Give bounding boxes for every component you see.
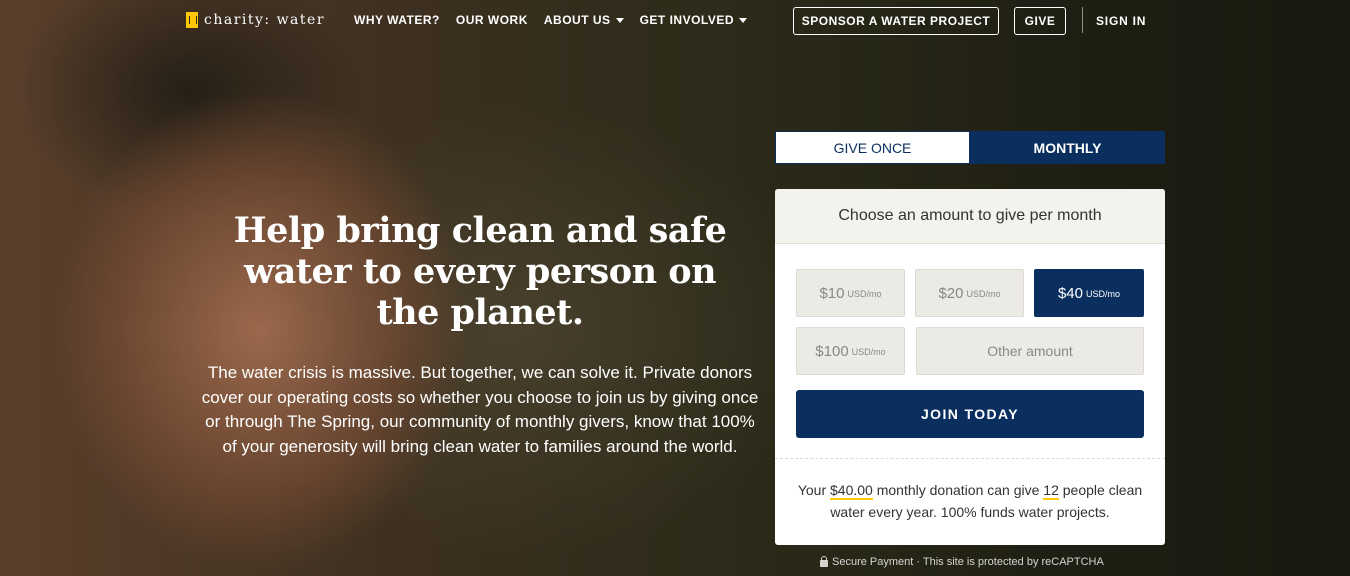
sign-in-link[interactable]: SIGN IN — [1096, 14, 1146, 28]
jerry-can-icon — [186, 12, 198, 28]
give-button[interactable]: GIVE — [1014, 7, 1066, 35]
card-divider — [775, 458, 1165, 459]
top-navigation: charity: water WHY WATER? OUR WORK ABOUT… — [0, 0, 1350, 42]
nav-why-water[interactable]: WHY WATER? — [354, 13, 440, 27]
tab-give-once[interactable]: GIVE ONCE — [775, 131, 970, 164]
donation-card-title: Choose an amount to give per month — [775, 189, 1165, 244]
nav-get-involved[interactable]: GET INVOLVED — [639, 13, 748, 27]
impact-middle: monthly donation can give — [872, 482, 1044, 498]
nav-about-us[interactable]: ABOUT US — [544, 13, 624, 27]
amount-unit: USD/mo — [966, 289, 1001, 299]
nav-label: ABOUT US — [543, 13, 611, 27]
impact-statement: Your $40.00 monthly donation can give 12… — [795, 479, 1145, 523]
amount-unit: USD/mo — [1086, 289, 1121, 299]
amount-value: $40 — [1057, 284, 1083, 302]
amount-unit: USD/mo — [851, 347, 886, 357]
caret-down-icon — [739, 17, 748, 23]
sponsor-project-button[interactable]: SPONSOR A WATER PROJECT — [793, 7, 999, 35]
donation-frequency-tabs: GIVE ONCE MONTHLY — [775, 131, 1165, 164]
tab-monthly[interactable]: MONTHLY — [970, 131, 1165, 164]
nav-label: WHY WATER? — [354, 13, 440, 27]
secure-payment-text: Secure Payment · This site is protected … — [832, 556, 1104, 568]
nav-our-work[interactable]: OUR WORK — [456, 13, 528, 27]
lock-icon — [820, 555, 828, 567]
other-amount-input[interactable]: Other amount — [916, 327, 1144, 375]
nav-label: OUR WORK — [455, 13, 528, 27]
join-today-button[interactable]: JOIN TODAY — [796, 390, 1144, 438]
caret-down-icon — [615, 17, 624, 23]
impact-amount: $40.00 — [830, 482, 873, 500]
nav-divider — [1082, 7, 1083, 33]
amount-option-40-selected[interactable]: $40 USD/mo — [1034, 269, 1144, 317]
impact-prefix: Your — [797, 482, 831, 498]
logo[interactable]: charity: water — [186, 12, 325, 28]
hero-body: The water crisis is massive. But togethe… — [201, 363, 759, 456]
logo-text: charity: water — [204, 12, 326, 28]
nav-links: WHY WATER? OUR WORK ABOUT US GET INVOLVE… — [354, 13, 748, 27]
amount-option-20[interactable]: $20 USD/mo — [915, 269, 1024, 317]
amount-option-10[interactable]: $10 USD/mo — [796, 269, 905, 317]
amount-value: $10 — [819, 284, 845, 302]
amount-option-100[interactable]: $100 USD/mo — [796, 327, 905, 375]
donation-card: Choose an amount to give per month $10 US… — [775, 189, 1165, 545]
secure-payment-note: Secure Payment · This site is protected … — [820, 555, 1104, 568]
impact-people-count: 12 — [1043, 482, 1059, 500]
amount-unit: USD/mo — [847, 289, 882, 299]
amount-value: $20 — [938, 284, 964, 302]
amount-value: $100 — [815, 342, 849, 360]
hero-title: Help bring clean and safe water to every… — [233, 210, 727, 333]
nav-label: GET INVOLVED — [639, 13, 735, 27]
